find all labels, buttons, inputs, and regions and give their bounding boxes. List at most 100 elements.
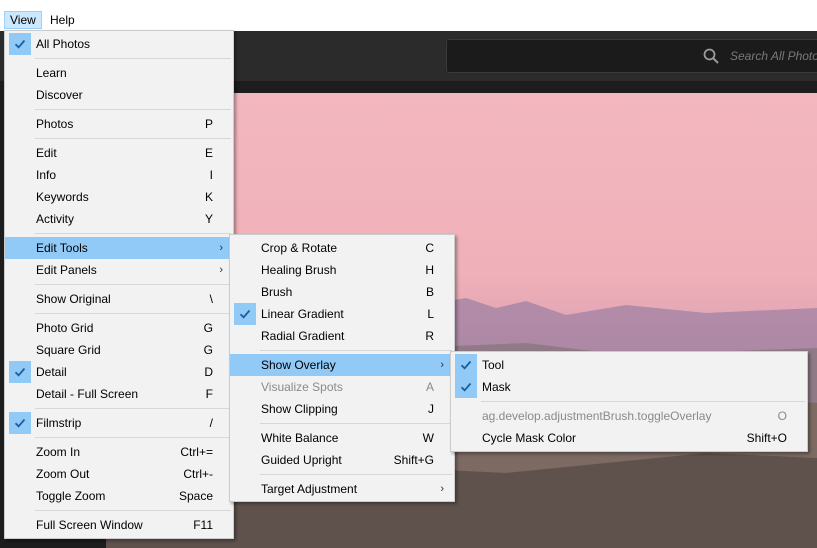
show-overlay-item-ag-develop-adjustmentbrush-toggleoverlay: ag.develop.adjustmentBrush.toggleOverlay… xyxy=(451,405,807,427)
view-item-square-grid[interactable]: Square Grid G xyxy=(5,339,233,361)
show-overlay-submenu: Tool Mask ag.develop.adjustmentBrush.toggl… xyxy=(450,351,808,452)
menu-item-label: Zoom In xyxy=(36,445,81,459)
edit-tools-item-show-clipping[interactable]: Show Clipping J xyxy=(230,398,454,420)
menu-item-label: Linear Gradient xyxy=(261,307,344,321)
menu-separator xyxy=(5,507,233,514)
menu-item-label: Photos xyxy=(36,117,74,131)
menu-item-label: Edit xyxy=(36,146,57,160)
menu-item-shortcut: Shift+O xyxy=(746,431,787,445)
view-item-toggle-zoom[interactable]: Toggle Zoom Space xyxy=(5,485,233,507)
view-item-show-original[interactable]: Show Original \ xyxy=(5,288,233,310)
chevron-right-icon: › xyxy=(219,264,223,276)
edit-tools-item-radial-gradient[interactable]: Radial Gradient R xyxy=(230,325,454,347)
menu-separator xyxy=(230,471,454,478)
view-item-filmstrip[interactable]: Filmstrip / xyxy=(5,412,233,434)
menu-separator xyxy=(451,398,807,405)
menu-separator xyxy=(230,420,454,427)
search-field[interactable]: Search All Photos xyxy=(446,39,817,73)
edit-tools-item-crop-rotate[interactable]: Crop & Rotate C xyxy=(230,237,454,259)
menu-item-shortcut: L xyxy=(427,307,434,321)
menu-item-label: Square Grid xyxy=(36,343,101,357)
menu-item-shortcut: R xyxy=(425,329,434,343)
menu-item-shortcut: / xyxy=(209,416,213,430)
menu-item-shortcut: D xyxy=(204,365,213,379)
menu-item-shortcut: B xyxy=(425,285,434,299)
menu-item-label: Full Screen Window xyxy=(36,518,143,532)
view-item-activity[interactable]: Activity Y xyxy=(5,208,233,230)
view-item-all-photos[interactable]: All Photos xyxy=(5,33,233,55)
menu-bar: View Help xyxy=(0,0,817,31)
show-overlay-item-cycle-mask-color[interactable]: Cycle Mask Color Shift+O xyxy=(451,427,807,449)
edit-tools-item-brush[interactable]: Brush B xyxy=(230,281,454,303)
view-item-zoom-out[interactable]: Zoom Out Ctrl+- xyxy=(5,463,233,485)
menu-item-label: Edit Tools xyxy=(36,241,88,255)
menu-item-label: Discover xyxy=(36,88,83,102)
menu-item-shortcut: Space xyxy=(178,489,213,503)
menu-item-shortcut: Ctrl+= xyxy=(180,445,213,459)
search-icon xyxy=(703,48,719,64)
menu-separator xyxy=(5,281,233,288)
menu-item-label: Show Clipping xyxy=(261,402,338,416)
menu-item-shortcut: E xyxy=(204,146,213,160)
edit-tools-submenu: Crop & Rotate C Healing Brush H Brush B Linear… xyxy=(229,234,455,502)
view-item-edit[interactable]: Edit E xyxy=(5,142,233,164)
show-overlay-item-mask[interactable]: Mask xyxy=(451,376,807,398)
menu-item-shortcut: Y xyxy=(204,212,213,226)
menu-help[interactable]: Help xyxy=(45,11,80,29)
chevron-right-icon: › xyxy=(440,483,444,495)
menu-separator xyxy=(5,106,233,113)
checkmark-icon xyxy=(9,361,31,383)
menu-item-label: Edit Panels xyxy=(36,263,97,277)
menu-item-shortcut: Shift+G xyxy=(393,453,434,467)
menu-item-shortcut: Ctrl+- xyxy=(183,467,213,481)
show-overlay-item-tool[interactable]: Tool xyxy=(451,354,807,376)
menu-separator xyxy=(5,310,233,317)
menu-item-label: Crop & Rotate xyxy=(261,241,338,255)
view-item-discover[interactable]: Discover xyxy=(5,84,233,106)
view-item-zoom-in[interactable]: Zoom In Ctrl+= xyxy=(5,441,233,463)
menu-item-label: White Balance xyxy=(261,431,339,445)
menu-item-shortcut: \ xyxy=(209,292,213,306)
edit-tools-item-target-adjustment[interactable]: Target Adjustment › xyxy=(230,478,454,500)
search-input-placeholder[interactable]: Search All Photos xyxy=(730,49,817,63)
menu-item-label: Detail - Full Screen xyxy=(36,387,139,401)
edit-tools-item-guided-upright[interactable]: Guided Upright Shift+G xyxy=(230,449,454,471)
checkmark-icon xyxy=(9,412,31,434)
view-item-learn[interactable]: Learn xyxy=(5,62,233,84)
menu-item-label: Photo Grid xyxy=(36,321,94,335)
edit-tools-item-white-balance[interactable]: White Balance W xyxy=(230,427,454,449)
chevron-right-icon: › xyxy=(440,359,444,371)
menu-item-shortcut: H xyxy=(425,263,434,277)
edit-tools-item-visualize-spots: Visualize Spots A xyxy=(230,376,454,398)
checkmark-icon xyxy=(234,303,256,325)
view-item-keywords[interactable]: Keywords K xyxy=(5,186,233,208)
edit-tools-item-linear-gradient[interactable]: Linear Gradient L xyxy=(230,303,454,325)
view-item-info[interactable]: Info I xyxy=(5,164,233,186)
menu-item-shortcut: K xyxy=(204,190,213,204)
menu-view[interactable]: View xyxy=(4,11,42,29)
edit-tools-item-show-overlay[interactable]: Show Overlay › xyxy=(230,354,454,376)
view-item-detail-full-screen[interactable]: Detail - Full Screen F xyxy=(5,383,233,405)
menu-item-label: Show Overlay xyxy=(261,358,336,372)
view-item-detail[interactable]: Detail D xyxy=(5,361,233,383)
view-item-photos[interactable]: Photos P xyxy=(5,113,233,135)
view-item-edit-panels[interactable]: Edit Panels › xyxy=(5,259,233,281)
menu-item-shortcut: G xyxy=(203,343,213,357)
menu-item-label: Info xyxy=(36,168,57,182)
view-item-edit-tools[interactable]: Edit Tools › xyxy=(5,237,233,259)
menu-item-label: Visualize Spots xyxy=(261,380,343,394)
view-item-full-screen-window[interactable]: Full Screen Window F11 xyxy=(5,514,233,536)
menu-item-label: Keywords xyxy=(36,190,89,204)
edit-tools-item-healing-brush[interactable]: Healing Brush H xyxy=(230,259,454,281)
menu-item-shortcut: O xyxy=(777,409,787,423)
menu-item-shortcut: A xyxy=(425,380,434,394)
checkmark-icon xyxy=(455,354,477,376)
menu-item-label: Healing Brush xyxy=(261,263,337,277)
menu-item-label: Toggle Zoom xyxy=(36,489,106,503)
menu-item-label: Target Adjustment xyxy=(261,482,358,496)
menu-item-label: ag.develop.adjustmentBrush.toggleOverlay xyxy=(482,409,712,423)
menu-item-shortcut: P xyxy=(204,117,213,131)
menu-item-label: Learn xyxy=(36,66,67,80)
view-item-photo-grid[interactable]: Photo Grid G xyxy=(5,317,233,339)
menu-item-label: Detail xyxy=(36,365,67,379)
